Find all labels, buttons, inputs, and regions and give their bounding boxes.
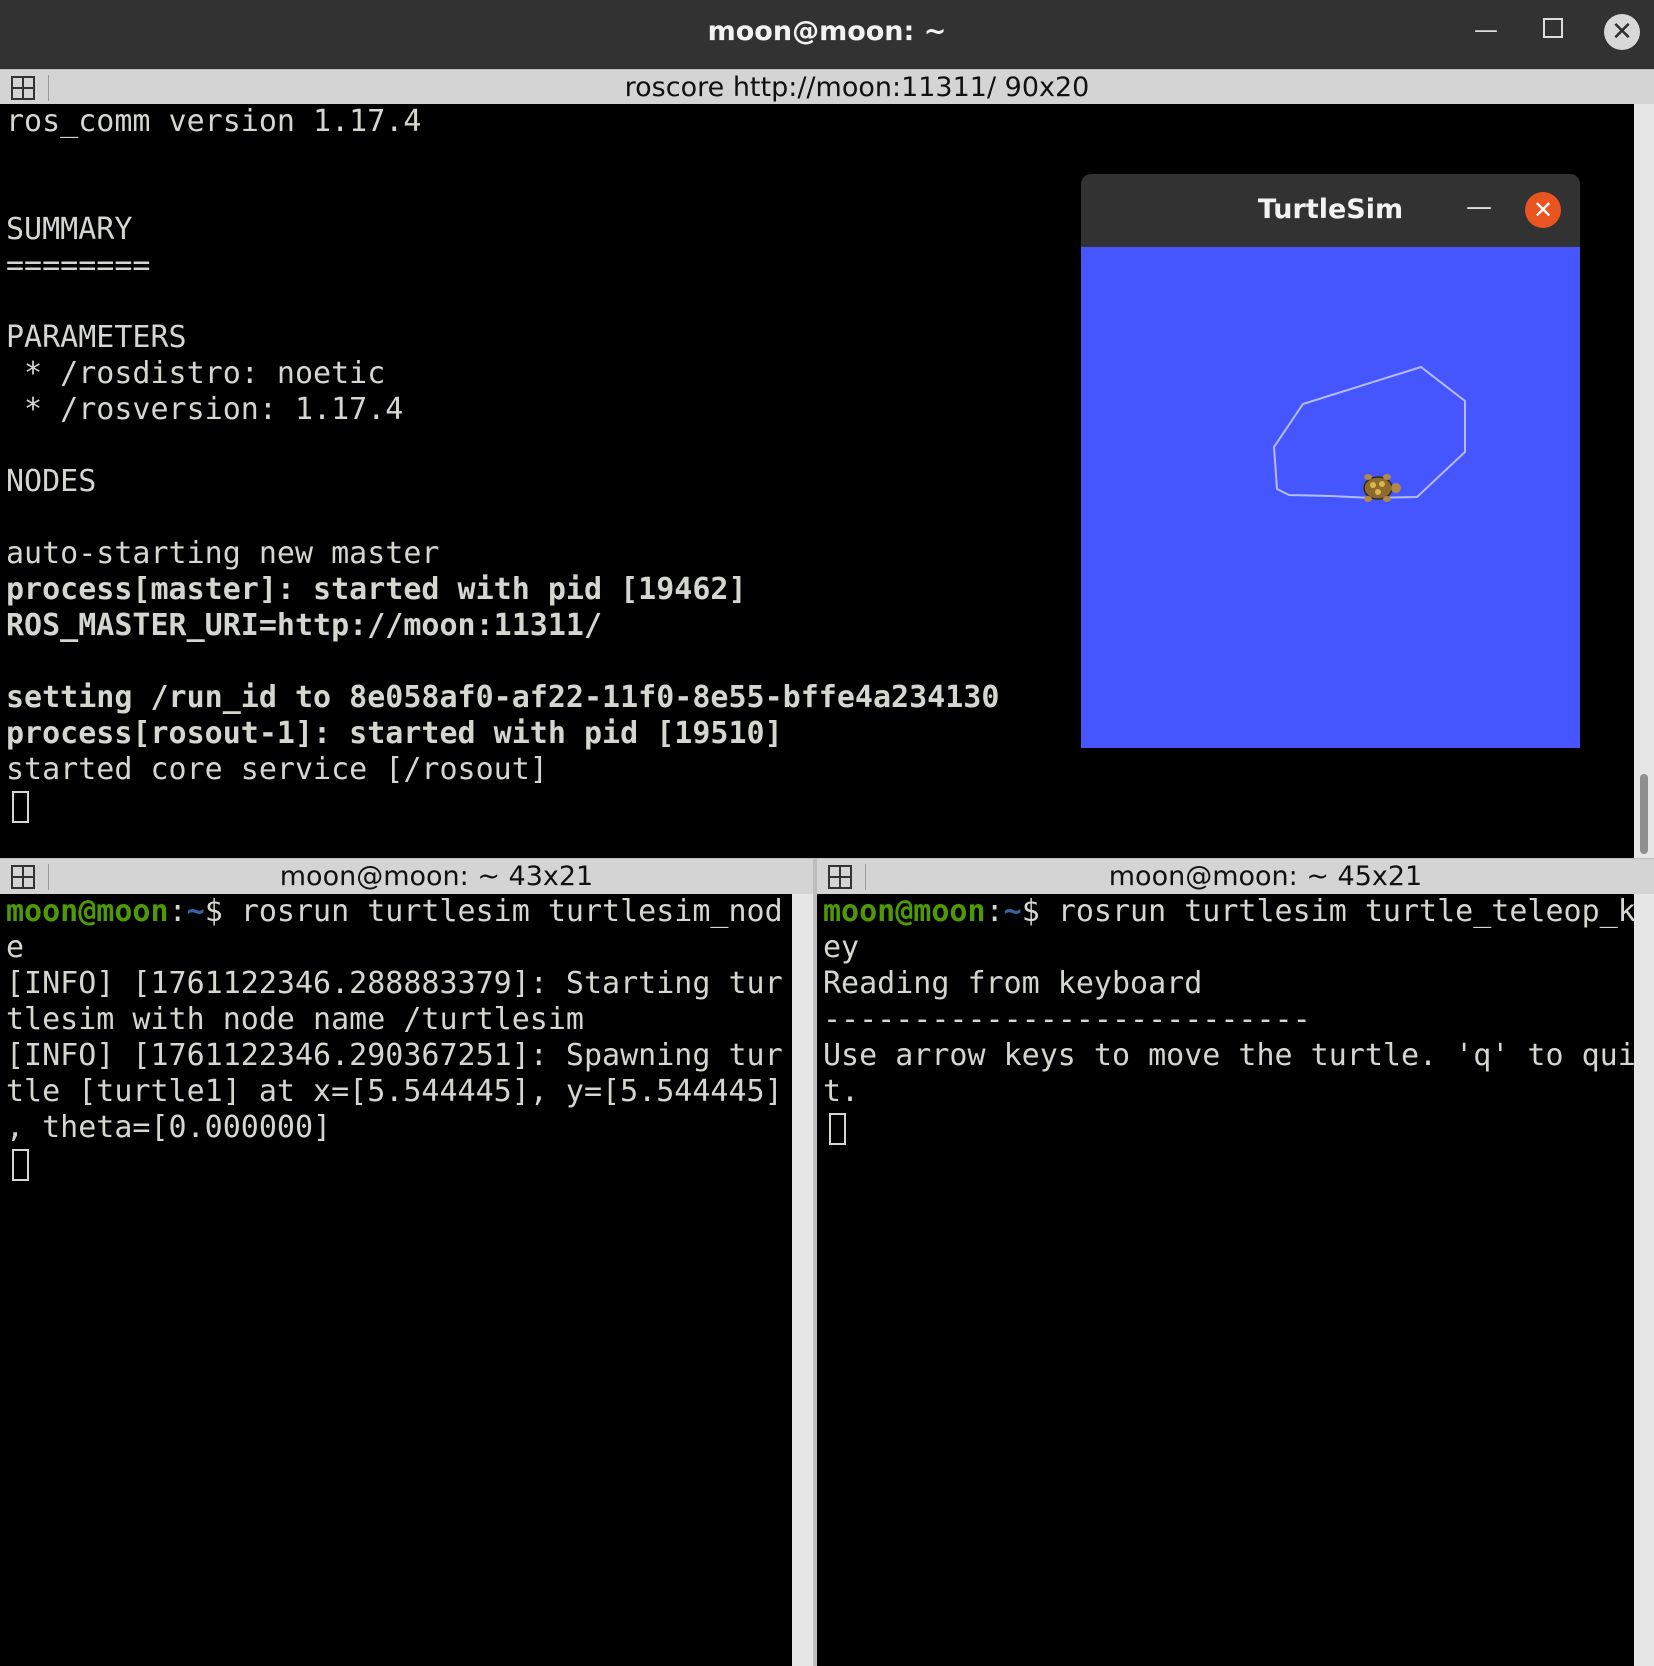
close-icon[interactable]: ✕	[1525, 192, 1561, 228]
prompt-dollar: $	[204, 894, 241, 929]
scrollbar-thumb-top[interactable]	[1640, 774, 1648, 854]
prompt-user: moon@moon	[823, 894, 986, 929]
turtlesim-title: TurtleSim	[1257, 194, 1404, 225]
prompt-line: moon@moon:~$ rosrun turtlesim turtle_tel…	[817, 894, 1634, 930]
pane-title-top: roscore http://moon:11311/ 90x20	[624, 72, 1090, 103]
prompt-separator: :	[168, 894, 187, 929]
prompt-path: ~	[186, 894, 205, 929]
terminal-line: t.	[823, 1074, 860, 1109]
cursor-line	[0, 788, 1634, 824]
pane-title-right: moon@moon: ~ 45x21	[1108, 861, 1423, 892]
window-title: moon@moon: ~	[707, 16, 947, 47]
terminal-line: , theta=[0.000000]	[6, 1110, 332, 1145]
command-text: rosrun turtlesim turtle_teleop_k	[1057, 894, 1634, 929]
terminal-line: tle [turtle1] at x=[5.544445], y=[5.5444…	[6, 1074, 783, 1109]
scrollbar-left[interactable]	[792, 894, 813, 1666]
minimize-icon[interactable]: —	[1474, 16, 1498, 44]
terminal-line: Use arrow keys to move the turtle. 'q' t…	[823, 1038, 1634, 1073]
close-icon[interactable]: ✕	[1604, 14, 1640, 50]
terminal-line: ---------------------------	[823, 1002, 1311, 1037]
maximize-icon[interactable]	[1543, 18, 1563, 38]
prompt-line: moon@moon:~$ rosrun turtlesim turtlesim_…	[0, 894, 792, 930]
terminal-line: Reading from keyboard	[823, 966, 1203, 1001]
pane-title-left: moon@moon: ~ 43x21	[279, 861, 594, 892]
terminal-turtlesim-node[interactable]: moon@moon:~$ rosrun turtlesim turtlesim_…	[0, 894, 792, 1666]
cursor-line	[817, 1110, 1634, 1146]
turtlesim-canvas	[1081, 247, 1580, 748]
window-titlebar: moon@moon: ~ — ✕	[0, 0, 1654, 69]
terminal-cursor	[829, 1112, 846, 1145]
turtlesim-titlebar[interactable]: TurtleSim — ✕	[1081, 174, 1580, 247]
terminal-line: ros_comm version 1.17.4	[6, 104, 422, 139]
prompt-path: ~	[1003, 894, 1022, 929]
turtlesim-window[interactable]: TurtleSim — ✕	[1081, 174, 1580, 748]
terminal-teleop-key[interactable]: moon@moon:~$ rosrun turtlesim turtle_tel…	[817, 894, 1634, 1666]
pane-header-left: moon@moon: ~ 43x21	[0, 858, 813, 894]
prompt-user: moon@moon	[6, 894, 169, 929]
terminal-line: started core service [/rosout]	[6, 752, 548, 787]
pane-header-right: moon@moon: ~ 45x21	[817, 858, 1654, 894]
terminal-cursor	[12, 1148, 29, 1181]
scrollbar-right[interactable]	[1634, 894, 1654, 1666]
command-text: rosrun turtlesim turtlesim_nod	[240, 894, 783, 929]
minimize-icon[interactable]: —	[1466, 192, 1492, 222]
turtle-trail-canvas	[1272, 365, 1466, 502]
scrollbar-top[interactable]	[1634, 104, 1654, 858]
terminal-line: [INFO] [1761122346.288883379]: Starting …	[6, 966, 783, 1001]
pane-header-top: roscore http://moon:11311/ 90x20	[0, 69, 1654, 105]
prompt-separator: :	[985, 894, 1004, 929]
terminal-line: tlesim with node name /turtlesim	[6, 1002, 584, 1037]
prompt-dollar: $	[1021, 894, 1058, 929]
terminal-line: [INFO] [1761122346.290367251]: Spawning …	[6, 1038, 783, 1073]
terminal-cursor	[12, 790, 29, 823]
terminal-line: e	[6, 930, 25, 965]
terminal-line: ey	[823, 930, 860, 965]
cursor-line	[0, 1146, 792, 1182]
terminal-output: ey Reading from keyboard -----------------…	[817, 930, 1634, 1110]
terminal-output: e [INFO] [1761122346.288883379]: Starting…	[0, 930, 792, 1146]
